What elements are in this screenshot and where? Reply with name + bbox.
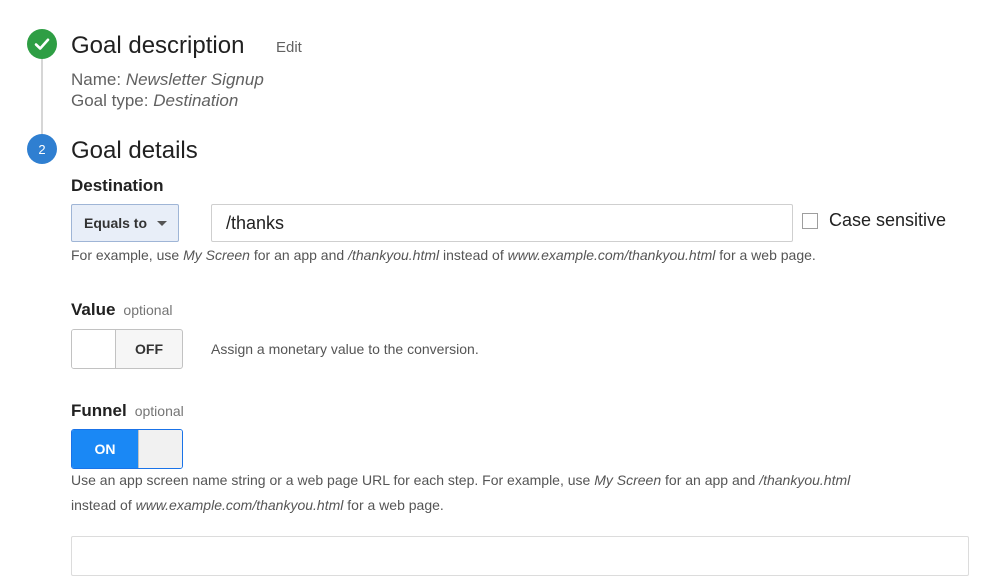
step-current-indicator: 2 (27, 134, 57, 164)
match-type-selected: Equals to (84, 215, 148, 231)
funnel-toggle[interactable]: ON (71, 429, 183, 469)
help-text: instead of (439, 247, 508, 263)
step-connector-line (41, 58, 43, 134)
value-toggle-state: OFF (135, 341, 163, 357)
value-toggle[interactable]: OFF (71, 329, 183, 369)
goal-name-row: Name: Newsletter Signup (71, 70, 264, 90)
help-text: Use an app screen name string or a web p… (71, 472, 595, 488)
funnel-optional-tag: optional (134, 403, 184, 419)
value-section-label: Value optional (71, 300, 172, 320)
help-example: /thankyou.html (759, 472, 851, 488)
step-number: 2 (38, 141, 46, 157)
funnel-toggle-state: ON (72, 430, 138, 468)
check-icon (34, 38, 50, 50)
caret-down-icon (157, 220, 168, 226)
destination-label: Destination (71, 176, 164, 195)
funnel-steps-box[interactable] (71, 536, 969, 576)
step-complete-indicator (27, 29, 57, 59)
funnel-help-text: Use an app screen name string or a web p… (71, 468, 971, 518)
help-example: My Screen (183, 247, 250, 263)
edit-goal-description-link[interactable]: Edit (276, 39, 302, 56)
help-text: instead of (71, 497, 136, 513)
funnel-section-label: Funnel optional (71, 401, 184, 421)
match-type-dropdown[interactable]: Equals to (71, 204, 179, 242)
help-example: www.example.com/thankyou.html (507, 247, 716, 263)
case-sensitive-label: Case sensitive (829, 210, 947, 230)
goal-type-label: Goal type: (71, 91, 149, 110)
help-text: For example, use (71, 247, 184, 263)
goal-name-label: Name: (71, 70, 122, 89)
help-example: www.example.com/thankyou.html (135, 497, 344, 513)
help-text: for a web page. (343, 497, 444, 513)
value-help-text: Assign a monetary value to the conversio… (211, 341, 479, 357)
goal-type-value: Destination (153, 91, 239, 110)
destination-help-text: For example, use My Screen for an app an… (71, 243, 816, 268)
help-text: for a web page. (715, 247, 816, 263)
toggle-knob (72, 330, 116, 368)
case-sensitive-checkbox[interactable] (802, 213, 818, 229)
destination-input[interactable] (211, 204, 793, 242)
help-text: for an app and (249, 247, 349, 263)
goal-description-title: Goal description (71, 32, 245, 59)
value-optional-tag: optional (123, 302, 173, 318)
help-example: My Screen (594, 472, 662, 488)
value-label: Value (71, 300, 116, 319)
goal-type-row: Goal type: Destination (71, 91, 238, 111)
help-example: /thankyou.html (348, 247, 440, 263)
goal-name-value: Newsletter Signup (125, 70, 264, 89)
help-text: for an app and (661, 472, 760, 488)
goal-details-title: Goal details (71, 137, 198, 164)
toggle-knob (138, 430, 182, 468)
funnel-label: Funnel (71, 401, 127, 420)
